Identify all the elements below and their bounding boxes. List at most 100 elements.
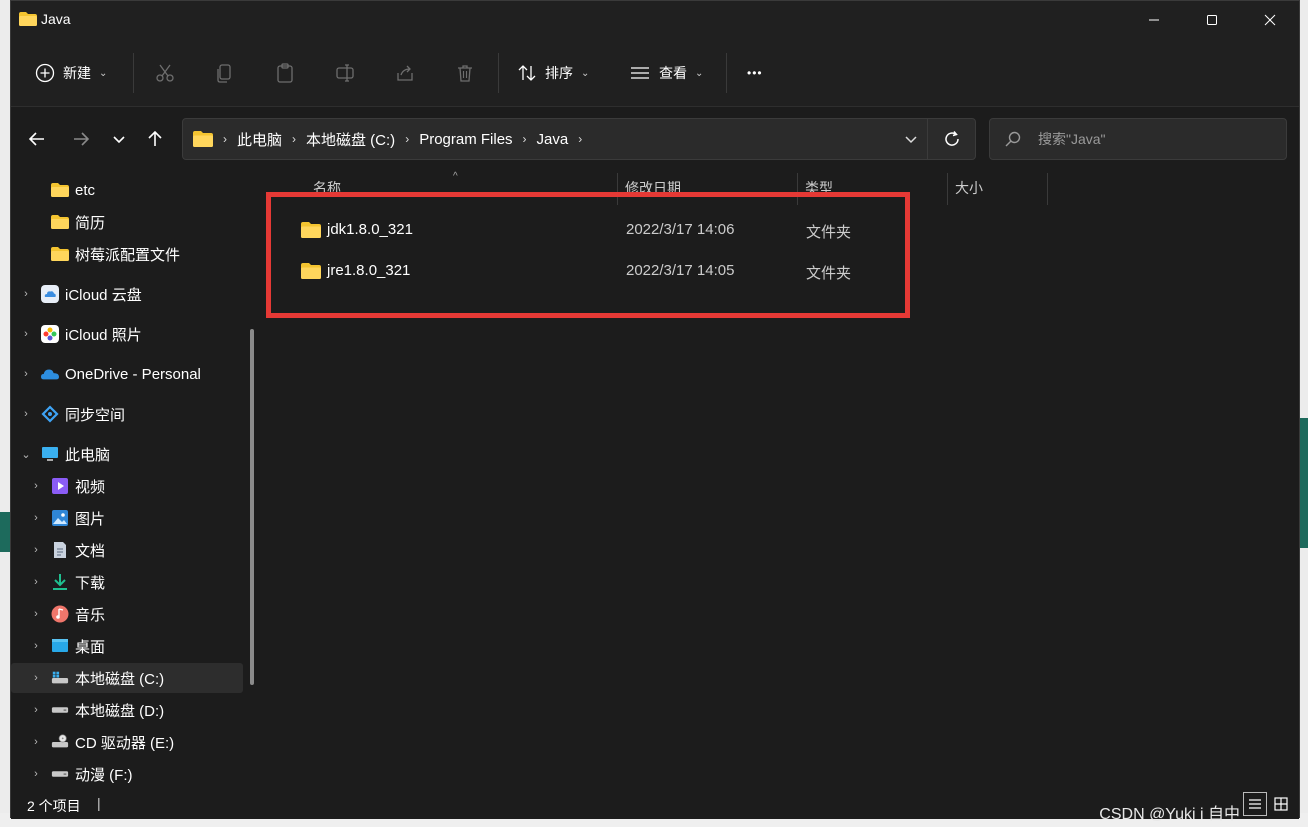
chevron-down-icon: ⌄ bbox=[581, 67, 590, 79]
minimize-icon bbox=[1149, 19, 1159, 21]
back-button[interactable] bbox=[25, 127, 49, 151]
downloads-icon bbox=[53, 574, 67, 590]
sort-button[interactable]: 排序 ⌄ bbox=[517, 57, 589, 89]
sidebar-item-downloads[interactable]: › 下载 bbox=[11, 567, 243, 597]
chevron-right-icon[interactable]: › bbox=[29, 735, 43, 749]
sidebar-item-label: 视频 bbox=[75, 478, 106, 496]
view-button[interactable]: 查看 ⌄ bbox=[629, 57, 703, 89]
drive-f-icon bbox=[51, 771, 69, 777]
file-explorer-window: Java 新建 ⌄ 排序 ⌄ 查看 ⌄ ••• › 此电脑 › 本地磁盘 (C:… bbox=[10, 0, 1300, 819]
drive-c-icon bbox=[51, 671, 69, 684]
chevron-right-icon[interactable]: › bbox=[29, 767, 43, 781]
toolbar-divider bbox=[498, 53, 499, 93]
breadcrumb-item-this-pc[interactable]: 此电脑 bbox=[237, 129, 282, 150]
clipboard-icon bbox=[277, 63, 293, 83]
chevron-right-icon[interactable]: › bbox=[29, 511, 43, 525]
paste-button[interactable] bbox=[273, 61, 297, 85]
chevron-down-icon[interactable]: ⌄ bbox=[19, 447, 33, 461]
close-icon bbox=[1264, 14, 1276, 26]
search-input[interactable] bbox=[1038, 119, 1278, 159]
chevron-right-icon[interactable]: › bbox=[29, 479, 43, 493]
refresh-button[interactable] bbox=[940, 127, 964, 151]
sidebar-item-drive-f[interactable]: › 动漫 (F:) bbox=[11, 759, 243, 789]
sidebar-item-this-pc[interactable]: ⌄ 此电脑 bbox=[11, 439, 243, 469]
column-divider[interactable] bbox=[947, 173, 948, 205]
chevron-right-icon[interactable]: › bbox=[578, 132, 582, 146]
chevron-right-icon[interactable]: › bbox=[523, 132, 527, 146]
search-box[interactable] bbox=[989, 118, 1287, 160]
forward-button[interactable] bbox=[69, 127, 93, 151]
chevron-right-icon[interactable]: › bbox=[29, 639, 43, 653]
sort-ascending-icon: ^ bbox=[453, 171, 458, 182]
folder-icon bbox=[193, 131, 213, 147]
sidebar-item-label: 此电脑 bbox=[65, 446, 111, 464]
sidebar-item-videos[interactable]: › 视频 bbox=[11, 471, 243, 501]
sidebar-item-onedrive[interactable]: › OneDrive - Personal bbox=[11, 359, 243, 389]
up-button[interactable] bbox=[143, 127, 167, 151]
chevron-right-icon[interactable]: › bbox=[29, 607, 43, 621]
title-bar[interactable]: Java bbox=[11, 1, 1299, 39]
sync-space-icon bbox=[41, 405, 59, 423]
chevron-right-icon[interactable]: › bbox=[29, 671, 43, 685]
sidebar-item-label: OneDrive - Personal bbox=[65, 365, 201, 383]
rename-button[interactable] bbox=[333, 61, 357, 85]
more-options-button[interactable]: ••• bbox=[747, 57, 763, 89]
sidebar-item-icloud-photos[interactable]: › iCloud 照片 bbox=[11, 319, 243, 349]
share-icon bbox=[397, 65, 413, 81]
videos-icon bbox=[52, 478, 68, 494]
sidebar-item-resume[interactable]: 简历 bbox=[11, 207, 243, 237]
column-header-size[interactable]: 大小 bbox=[955, 171, 1045, 205]
address-history-button[interactable] bbox=[901, 129, 921, 149]
watermark-text: CSDN @Yuki i 自中 bbox=[1099, 806, 1240, 823]
sidebar-item-sync-space[interactable]: › 同步空间 bbox=[11, 399, 243, 429]
sidebar-item-label: 本地磁盘 (D:) bbox=[75, 702, 165, 720]
maximize-icon bbox=[1207, 15, 1217, 25]
chevron-right-icon[interactable]: › bbox=[29, 575, 43, 589]
sidebar-item-raspberry-pi-config[interactable]: 树莓派配置文件 bbox=[11, 239, 243, 269]
command-bar: 新建 ⌄ 排序 ⌄ 查看 ⌄ ••• bbox=[11, 39, 1299, 107]
delete-button[interactable] bbox=[453, 61, 477, 85]
breadcrumb-item-program-files[interactable]: Program Files bbox=[419, 131, 512, 148]
column-divider[interactable] bbox=[1047, 173, 1048, 205]
copy-button[interactable] bbox=[213, 61, 237, 85]
sidebar-item-documents[interactable]: › 文档 bbox=[11, 535, 243, 565]
maximize-button[interactable] bbox=[1183, 1, 1241, 39]
address-divider bbox=[927, 119, 928, 159]
chevron-right-icon[interactable]: › bbox=[19, 287, 33, 301]
tiles-view-button[interactable] bbox=[1269, 792, 1293, 816]
sidebar-item-drive-c[interactable]: › 本地磁盘 (C:) bbox=[11, 663, 243, 693]
music-icon bbox=[51, 605, 69, 623]
details-view-button[interactable] bbox=[1243, 792, 1267, 816]
recent-locations-button[interactable] bbox=[107, 127, 131, 151]
sidebar-item-music[interactable]: › 音乐 bbox=[11, 599, 243, 629]
icloud-drive-icon bbox=[41, 285, 59, 303]
chevron-right-icon[interactable]: › bbox=[292, 132, 296, 146]
sidebar-item-drive-d[interactable]: › 本地磁盘 (D:) bbox=[11, 695, 243, 725]
sidebar-scrollbar-thumb[interactable] bbox=[250, 329, 254, 685]
chevron-right-icon[interactable]: › bbox=[19, 327, 33, 341]
breadcrumb-item-java[interactable]: Java bbox=[537, 131, 569, 148]
sidebar-item-cd-drive[interactable]: › CD 驱动器 (E:) bbox=[11, 727, 243, 757]
chevron-right-icon[interactable]: › bbox=[19, 407, 33, 421]
sidebar-item-etc[interactable]: etc bbox=[11, 175, 243, 205]
sidebar-item-icloud-drive[interactable]: › iCloud 云盘 bbox=[11, 279, 243, 309]
details-view-icon bbox=[1249, 799, 1261, 809]
onedrive-icon bbox=[41, 369, 59, 380]
sidebar-item-label: 简历 bbox=[75, 214, 106, 232]
chevron-right-icon[interactable]: › bbox=[19, 367, 33, 381]
minimize-button[interactable] bbox=[1125, 1, 1183, 39]
close-button[interactable] bbox=[1241, 1, 1299, 39]
cut-button[interactable] bbox=[153, 61, 177, 85]
share-button[interactable] bbox=[393, 61, 417, 85]
sidebar-item-pictures[interactable]: › 图片 bbox=[11, 503, 243, 533]
sidebar-item-label: 同步空间 bbox=[65, 406, 126, 424]
address-bar[interactable]: › 此电脑 › 本地磁盘 (C:) › Program Files › Java… bbox=[182, 118, 976, 160]
chevron-right-icon[interactable]: › bbox=[405, 132, 409, 146]
breadcrumb-item-drive-c[interactable]: 本地磁盘 (C:) bbox=[306, 129, 395, 150]
sidebar-item-label: etc bbox=[75, 181, 96, 199]
chevron-right-icon[interactable]: › bbox=[29, 543, 43, 557]
view-button-label: 查看 bbox=[659, 65, 687, 81]
new-button[interactable]: 新建 ⌄ bbox=[35, 57, 107, 89]
chevron-right-icon[interactable]: › bbox=[29, 703, 43, 717]
sidebar-item-desktop[interactable]: › 桌面 bbox=[11, 631, 243, 661]
